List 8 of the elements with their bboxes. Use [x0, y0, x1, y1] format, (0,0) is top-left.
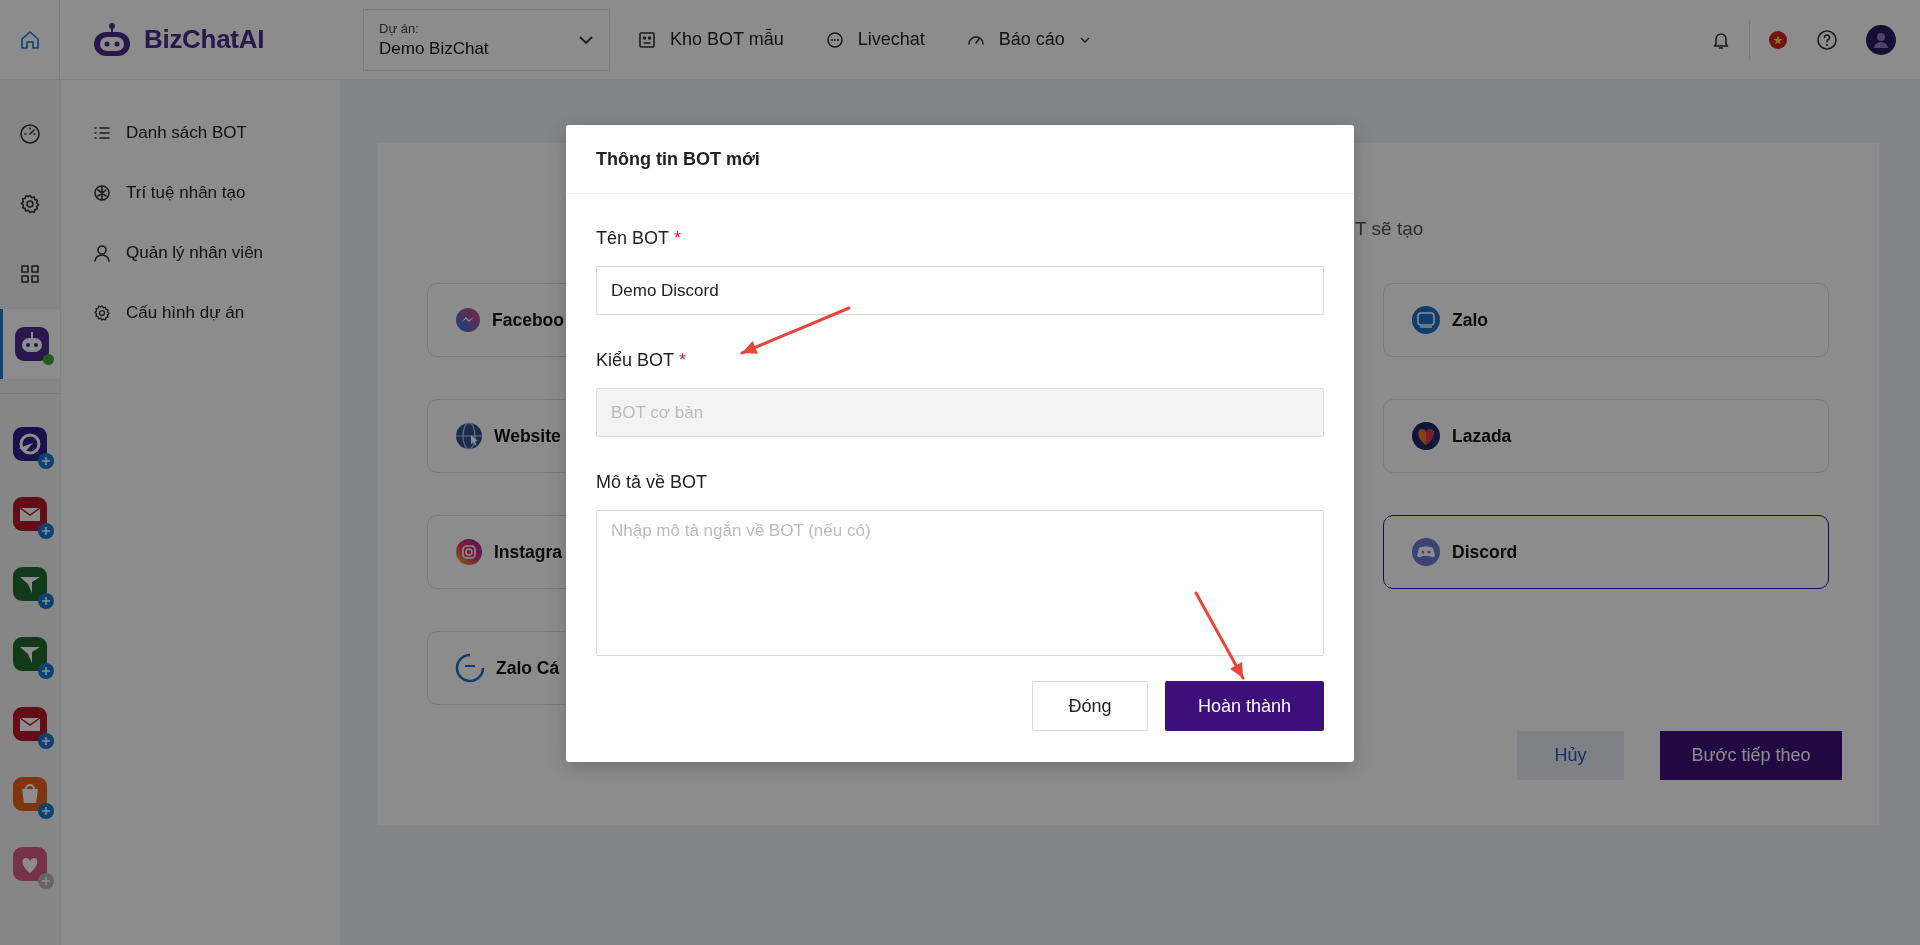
required-mark: *: [679, 350, 687, 371]
field-label: Mô tả về BOT: [596, 472, 708, 493]
subtitle-text: T sẽ tạo: [1355, 218, 1424, 239]
dialog-title: Thông tin BOT mới: [596, 148, 760, 170]
field-label: Kiểu BOT: [596, 350, 675, 371]
field-label: Tên BOT: [596, 228, 670, 249]
required-mark: *: [674, 228, 682, 249]
brand-name: BizChatAI: [144, 24, 265, 55]
